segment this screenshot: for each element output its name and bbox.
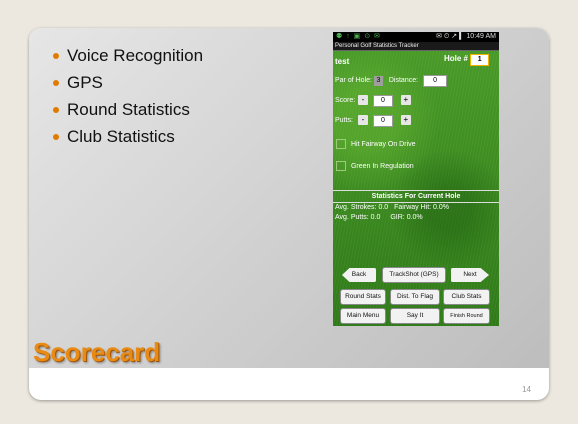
score-row: Score: - 0 + — [335, 95, 411, 107]
bullet-item: Voice Recognition — [51, 42, 203, 69]
stats-heading: Statistics For Current Hole — [333, 190, 499, 203]
putts-plus-button[interactable]: + — [400, 115, 411, 125]
avg-strokes: Avg. Strokes: 0.0 — [335, 204, 389, 211]
hit-fairway-option[interactable]: Hit Fairway On Drive — [336, 139, 416, 149]
slide-title: Scorecard — [33, 337, 161, 367]
par-value: 3 — [373, 76, 383, 86]
status-bar: ⚉ ↑ ▣ ⊙ ✉ ✉ ⏲ ↗ ▍ 10:49 AM — [333, 32, 499, 42]
putts-label: Putts: — [335, 117, 353, 124]
stats-line-1: Avg. Strokes: 0.0 Fairway Hit: 0.0% — [335, 204, 449, 211]
slide-number: 14 — [522, 385, 531, 394]
distance-label: Distance: — [388, 77, 419, 84]
putts-minus-button[interactable]: - — [357, 115, 368, 125]
phone-screenshot: ⚉ ↑ ▣ ⊙ ✉ ✉ ⏲ ↗ ▍ 10:49 AM Personal Golf… — [333, 32, 499, 326]
green-regulation-option[interactable]: Green In Regulation — [336, 161, 414, 171]
hit-fairway-checkbox[interactable] — [336, 139, 346, 149]
app-title: Personal Golf Statistics Tracker — [333, 42, 499, 51]
score-input[interactable]: 0 — [372, 95, 393, 107]
bullet-item: Round Statistics — [51, 96, 203, 123]
content-panel: Voice Recognition GPS Round Statistics C… — [29, 28, 549, 368]
putts-input[interactable]: 0 — [372, 115, 393, 127]
bullet-list: Voice Recognition GPS Round Statistics C… — [51, 42, 203, 150]
par-label: Par of Hole: — [335, 77, 372, 84]
back-button[interactable]: Back — [342, 268, 376, 282]
green-regulation-checkbox[interactable] — [336, 161, 346, 171]
score-minus-button[interactable]: - — [357, 95, 368, 105]
stats-line-2: Avg. Putts: 0.0 GIR: 0.0% — [335, 214, 423, 221]
gir: GIR: 0.0% — [390, 214, 423, 221]
hit-fairway-label: Hit Fairway On Drive — [350, 140, 416, 148]
finish-round-button[interactable]: Finish Round — [444, 309, 489, 323]
distance-input[interactable]: 0 — [423, 75, 448, 87]
slide: Voice Recognition GPS Round Statistics C… — [29, 28, 549, 400]
putts-row: Putts: - 0 + — [335, 115, 411, 127]
status-clock: ✉ ⏲ ↗ ▍ 10:49 AM — [436, 33, 496, 40]
round-stats-button[interactable]: Round Stats — [341, 290, 385, 304]
notification-icons: ⚉ ↑ ▣ ⊙ ✉ — [336, 33, 381, 40]
score-plus-button[interactable]: + — [400, 95, 411, 105]
dist-to-flag-button[interactable]: Dist. To Flag — [391, 290, 439, 304]
green-regulation-label: Green In Regulation — [350, 162, 414, 170]
hole-number-input[interactable]: 1 — [470, 54, 490, 66]
main-menu-button[interactable]: Main Menu — [341, 309, 385, 323]
club-stats-button[interactable]: Club Stats — [444, 290, 489, 304]
score-label: Score: — [335, 97, 356, 104]
par-row: Par of Hole: 3 Distance: 0 — [335, 75, 448, 87]
player-name: test — [335, 57, 350, 66]
trackshot-gps-button[interactable]: TrackShot (GPS) — [383, 268, 445, 282]
bullet-item: GPS — [51, 69, 203, 96]
bullet-item: Club Statistics — [51, 123, 203, 150]
fairway-hit: Fairway Hit: 0.0% — [394, 204, 449, 211]
hole-label: Hole # — [444, 54, 469, 63]
hole-row: Hole # 1 — [444, 54, 490, 66]
say-it-button[interactable]: Say It — [391, 309, 439, 323]
next-button[interactable]: Next — [451, 268, 489, 282]
avg-putts: Avg. Putts: 0.0 — [335, 214, 381, 221]
